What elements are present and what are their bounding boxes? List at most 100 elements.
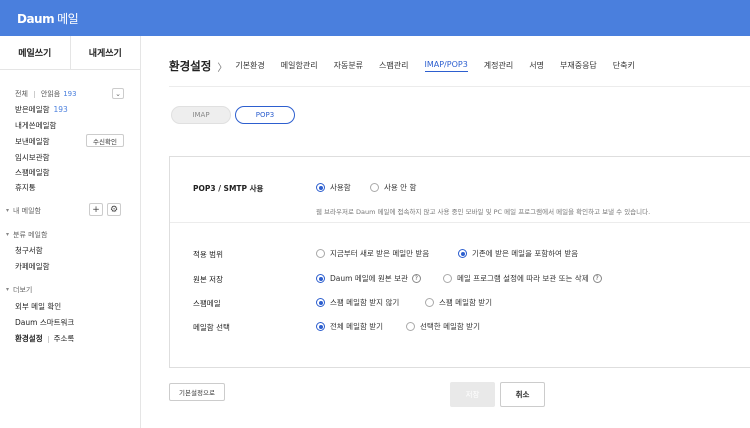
- radio-selected-icon: [316, 274, 325, 283]
- keep-program-radio[interactable]: 메일 프로그램 설정에 따라 보관 또는 삭제?: [443, 273, 602, 284]
- tab-mailbox[interactable]: 메일함관리: [281, 60, 318, 73]
- divider: [33, 90, 35, 98]
- divider: [170, 222, 750, 223]
- sidebar-item-label: 받은메일함: [15, 105, 50, 114]
- imap-toggle-button[interactable]: IMAP: [171, 106, 231, 124]
- main-content: 환경설정 〉 기본환경 메일함관리 자동분류 스팸관리 IMAP/POP3 계정…: [141, 36, 750, 428]
- tab-spam[interactable]: 스팸관리: [379, 60, 408, 73]
- keep-daum-radio[interactable]: Daum 메일에 원본 보관?: [316, 273, 421, 284]
- tab-shortcuts[interactable]: 단축키: [613, 60, 635, 73]
- use-on-radio[interactable]: 사용함: [316, 182, 351, 193]
- use-off-radio[interactable]: 사용 안 함: [370, 182, 416, 193]
- sidebar-item-bill[interactable]: 청구서함: [15, 245, 43, 256]
- top-bar: Daum 메일: [0, 0, 750, 36]
- sidebar-item-smartwork[interactable]: Daum 스마트워크: [15, 317, 74, 328]
- radio-selected-icon: [316, 183, 325, 192]
- tab-auto-sort[interactable]: 자동분류: [334, 60, 363, 73]
- protocol-toggle: IMAP POP3: [171, 106, 295, 124]
- help-icon[interactable]: ?: [411, 274, 421, 283]
- chevron-down-icon: ▾: [6, 286, 10, 293]
- scope-all-radio[interactable]: 기존에 받은 메일을 포함하여 받음: [458, 248, 578, 259]
- option-label: 지금부터 새로 받은 메일만 받음: [330, 249, 430, 258]
- divider: [169, 86, 750, 87]
- sidebar-item-inbox[interactable]: 받은메일함 193: [15, 104, 68, 115]
- compose-row: 메일쓰기 내게쓰기: [0, 36, 140, 70]
- sidebar: 메일쓰기 내게쓰기 전체 안읽음 193 ⌄ 받은메일함 193 내게쓴메일함 보…: [0, 36, 141, 428]
- radio-icon: [406, 322, 415, 331]
- add-folder-button[interactable]: +: [89, 203, 103, 216]
- pop3-description: 웹 브라우저로 Daum 메일에 접속하지 않고 사용 중인 모바일 및 PC …: [316, 208, 651, 216]
- inbox-count: 193: [53, 105, 68, 114]
- tab-auto-reply[interactable]: 부재중응답: [560, 60, 597, 73]
- option-label: 기존에 받은 메일을 포함하여 받음: [472, 249, 579, 258]
- keep-label: 원본 저장: [193, 275, 223, 284]
- option-label: 사용 안 함: [384, 183, 417, 192]
- sidebar-item-settings[interactable]: 환경설정: [15, 334, 43, 343]
- box-all-radio[interactable]: 전체 메일함 받기: [316, 321, 383, 332]
- sidebar-item-cafe[interactable]: 카페메일함: [15, 261, 50, 272]
- unread-count: 193: [63, 90, 77, 98]
- section-label: 내 메일함: [13, 206, 42, 215]
- box-selected-radio[interactable]: 선택한 메일함 받기: [406, 321, 480, 332]
- pop3-settings-panel: POP3 / SMTP 사용 사용함 사용 안 함 웹 브라우저로 Daum 메…: [169, 156, 750, 368]
- tab-account[interactable]: 계정관리: [484, 60, 513, 73]
- gear-icon: ⚙: [109, 204, 119, 215]
- option-label: 선택한 메일함 받기: [420, 322, 480, 331]
- help-icon[interactable]: ?: [592, 274, 602, 283]
- plus-icon: +: [92, 204, 100, 215]
- option-label: 메일 프로그램 설정에 따라 보관 또는 삭제: [457, 274, 589, 283]
- tab-basic[interactable]: 기본환경: [235, 60, 264, 73]
- spam-yes-radio[interactable]: 스팸 메일함 받기: [425, 297, 492, 308]
- sidebar-item-external[interactable]: 외부 메일 확인: [15, 301, 61, 312]
- divider: [47, 335, 49, 343]
- sidebar-item-address[interactable]: 주소록: [54, 334, 75, 343]
- radio-selected-icon: [316, 298, 325, 307]
- option-label: Daum 메일에 원본 보관: [330, 274, 408, 283]
- radio-selected-icon: [458, 249, 467, 258]
- option-label: 스팸 메일함 받기: [439, 298, 493, 307]
- radio-icon: [425, 298, 434, 307]
- section-label: 분류 메일함: [13, 230, 48, 239]
- write-mail-button[interactable]: 메일쓰기: [0, 36, 70, 69]
- sidebar-item-trash[interactable]: 휴지통: [15, 182, 36, 193]
- spam-label: 스팸메일: [193, 299, 221, 308]
- option-label: 스팸 메일함 받지 않기: [330, 298, 400, 307]
- mailbox-label: 메일함 선택: [193, 323, 230, 332]
- chevron-down-icon: ▾: [6, 231, 10, 238]
- read-receipt-button[interactable]: 수신확인: [86, 134, 124, 147]
- radio-icon: [370, 183, 379, 192]
- tab-imap-pop3[interactable]: IMAP/POP3: [424, 60, 468, 72]
- option-label: 사용함: [330, 183, 351, 192]
- spam-no-radio[interactable]: 스팸 메일함 받지 않기: [316, 297, 399, 308]
- settings-header: 환경설정 〉 기본환경 메일함관리 자동분류 스팸관리 IMAP/POP3 계정…: [169, 58, 651, 74]
- radio-selected-icon: [316, 322, 325, 331]
- chevron-down-icon[interactable]: ⌄: [112, 88, 124, 99]
- daum-mail-logo[interactable]: Daum 메일: [17, 10, 79, 27]
- filter-all[interactable]: 전체: [15, 89, 28, 99]
- mail-filter: 전체 안읽음 193: [15, 88, 125, 100]
- radio-icon: [443, 274, 452, 283]
- section-category[interactable]: ▾ 분류 메일함: [6, 229, 47, 240]
- chevron-down-icon: ▾: [6, 207, 10, 214]
- cancel-button[interactable]: 취소: [500, 382, 545, 407]
- logo-text: Daum: [17, 12, 55, 26]
- use-label: POP3 / SMTP 사용: [193, 184, 264, 193]
- scope-label: 적용 범위: [193, 250, 223, 259]
- sidebar-item-spam[interactable]: 스팸메일함: [15, 167, 50, 178]
- folder-settings-button[interactable]: ⚙: [107, 203, 121, 216]
- filter-unread[interactable]: 안읽음: [41, 89, 60, 99]
- sidebar-item-drafts[interactable]: 임시보관함: [15, 152, 50, 163]
- scope-new-radio[interactable]: 지금부터 새로 받은 메일만 받음: [316, 248, 429, 259]
- section-label: 더보기: [13, 285, 33, 294]
- option-label: 전체 메일함 받기: [330, 322, 384, 331]
- sidebar-item-tome[interactable]: 내게쓴메일함: [15, 120, 56, 131]
- sidebar-item-sent[interactable]: 보낸메일함: [15, 136, 50, 147]
- pop3-toggle-button[interactable]: POP3: [235, 106, 295, 124]
- reset-default-button[interactable]: 기본설정으로: [169, 383, 225, 401]
- radio-icon: [316, 249, 325, 258]
- tab-signature[interactable]: 서명: [529, 60, 544, 73]
- write-to-self-button[interactable]: 내게쓰기: [69, 36, 141, 69]
- section-my-folders[interactable]: ▾ 내 메일함: [6, 205, 41, 216]
- save-button[interactable]: 저장: [450, 382, 495, 407]
- section-more[interactable]: ▾ 더보기: [6, 284, 32, 295]
